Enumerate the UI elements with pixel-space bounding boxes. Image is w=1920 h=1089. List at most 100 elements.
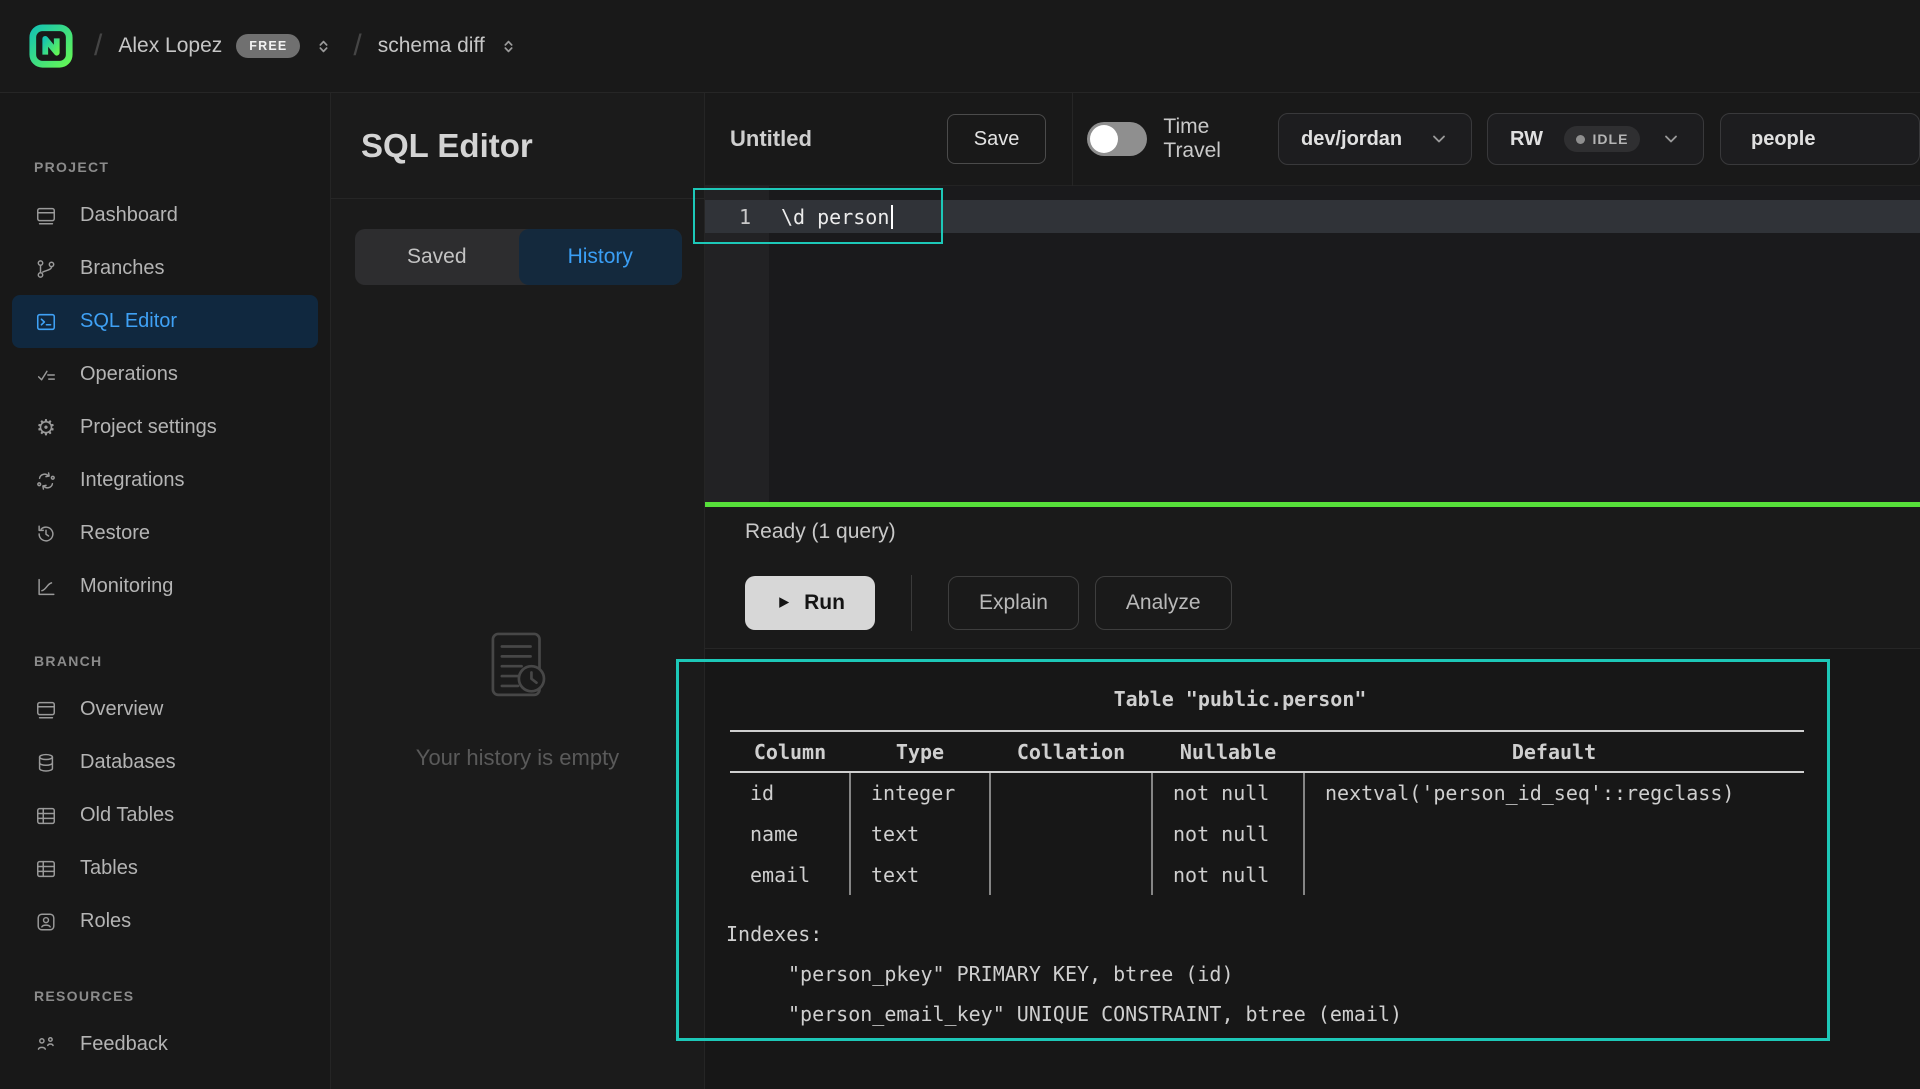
org-switcher-chevron-icon[interactable] bbox=[314, 37, 333, 56]
sidebar-item-databases[interactable]: Databases bbox=[0, 736, 330, 789]
sidebar-item-branches[interactable]: Branches bbox=[0, 242, 330, 295]
sidebar-item-monitoring[interactable]: Monitoring bbox=[0, 560, 330, 613]
window-icon bbox=[34, 204, 58, 228]
sql-code-editor[interactable]: 1 \d person bbox=[705, 186, 1920, 502]
sidebar-item-integrations[interactable]: Integrations bbox=[0, 454, 330, 507]
section-label: PROJECT bbox=[34, 159, 330, 175]
sidebar-item-feedback[interactable]: Feedback bbox=[0, 1018, 330, 1071]
database-selector[interactable]: people bbox=[1720, 113, 1920, 165]
run-button[interactable]: Run bbox=[745, 576, 875, 630]
sidebar-item-label: Monitoring bbox=[80, 575, 173, 598]
compute-selector[interactable]: RW IDLE bbox=[1487, 113, 1704, 165]
compute-rw-label: RW bbox=[1510, 128, 1543, 151]
project-switcher-chevron-icon[interactable] bbox=[499, 37, 518, 56]
page-title: SQL Editor bbox=[361, 127, 533, 165]
analyze-button[interactable]: Analyze bbox=[1095, 576, 1232, 630]
sidebar-item-roles[interactable]: Roles bbox=[0, 895, 330, 948]
table-grid-icon bbox=[34, 804, 58, 828]
toolbar-divider bbox=[1072, 93, 1073, 186]
cell-column: email bbox=[730, 854, 850, 895]
time-travel-label: Time Travel bbox=[1163, 115, 1256, 163]
cell-collation bbox=[990, 772, 1152, 813]
check-list-icon bbox=[34, 363, 58, 387]
sidebar-item-overview[interactable]: Overview bbox=[0, 683, 330, 736]
cell-default bbox=[1304, 854, 1804, 895]
text-cursor bbox=[891, 205, 893, 229]
editor-current-line: 1 \d person bbox=[705, 200, 1920, 233]
database-icon bbox=[34, 751, 58, 775]
gear-icon: ⚙ bbox=[34, 416, 58, 440]
time-travel-toggle[interactable] bbox=[1087, 122, 1147, 156]
sidebar-item-project-settings[interactable]: ⚙ Project settings bbox=[0, 401, 330, 454]
result-col-header-column: Column bbox=[730, 731, 850, 772]
save-button[interactable]: Save bbox=[947, 114, 1047, 164]
result-row: name text not null bbox=[730, 813, 1804, 854]
sidebar-item-dashboard[interactable]: Dashboard bbox=[0, 189, 330, 242]
branch-selector-value: dev/jordan bbox=[1301, 128, 1402, 151]
explain-button[interactable]: Explain bbox=[948, 576, 1079, 630]
empty-state-text: Your history is empty bbox=[416, 745, 619, 771]
cell-column: id bbox=[730, 772, 850, 813]
chevron-down-icon bbox=[1661, 129, 1681, 149]
sidebar-item-label: Branches bbox=[80, 257, 165, 280]
sidebar-item-label: Roles bbox=[80, 910, 131, 933]
cell-nullable: not null bbox=[1152, 854, 1304, 895]
result-table-title: Table "public.person" bbox=[676, 687, 1804, 711]
query-title[interactable]: Untitled bbox=[730, 126, 947, 152]
integrations-icon bbox=[34, 469, 58, 493]
play-icon bbox=[775, 594, 792, 611]
breadcrumb-user[interactable]: Alex Lopez bbox=[118, 34, 222, 58]
run-button-label: Run bbox=[804, 591, 845, 615]
tab-history[interactable]: History bbox=[519, 229, 683, 285]
status-text: Ready (1 query) bbox=[745, 520, 896, 544]
chart-icon bbox=[34, 575, 58, 599]
user-badge-icon bbox=[34, 910, 58, 934]
result-row: email text not null bbox=[730, 854, 1804, 895]
database-selector-value: people bbox=[1751, 128, 1815, 151]
document-clock-icon bbox=[475, 625, 561, 711]
compute-status-text: IDLE bbox=[1593, 131, 1629, 147]
tab-saved[interactable]: Saved bbox=[355, 229, 519, 285]
sidebar-item-label: Restore bbox=[80, 522, 150, 545]
table-grid-icon bbox=[34, 857, 58, 881]
sidebar-item-label: Databases bbox=[80, 751, 176, 774]
cell-default: nextval('person_id_seq'::regclass) bbox=[1304, 772, 1804, 813]
neon-logo[interactable] bbox=[28, 23, 74, 69]
editor-gutter bbox=[705, 186, 769, 502]
sidebar-item-label: Integrations bbox=[80, 469, 185, 492]
sidebar-section-project: PROJECT Dashboard Branches SQL Editor bbox=[0, 159, 330, 613]
branch-icon bbox=[34, 257, 58, 281]
result-table: Column Type Collation Nullable Default i… bbox=[730, 730, 1804, 895]
sidebar-item-operations[interactable]: Operations bbox=[0, 348, 330, 401]
cell-collation bbox=[990, 854, 1152, 895]
actions-divider bbox=[911, 575, 912, 631]
result-col-header-nullable: Nullable bbox=[1152, 731, 1304, 772]
psql-output: Table "public.person" Column Type Collat… bbox=[676, 659, 1830, 1040]
editor-toolbar: Untitled Save Time Travel dev/jordan RW … bbox=[705, 93, 1920, 186]
sidebar-item-restore[interactable]: Restore bbox=[0, 507, 330, 560]
sidebar-item-tables[interactable]: Tables bbox=[0, 842, 330, 895]
sidebar-item-label: Tables bbox=[80, 857, 138, 880]
breadcrumb-project[interactable]: schema diff bbox=[378, 34, 485, 58]
result-col-header-collation: Collation bbox=[990, 731, 1152, 772]
result-col-header-type: Type bbox=[850, 731, 990, 772]
index-line: "person_pkey" PRIMARY KEY, btree (id) bbox=[788, 962, 1830, 986]
sidebar-item-old-tables[interactable]: Old Tables bbox=[0, 789, 330, 842]
result-header-row: Column Type Collation Nullable Default bbox=[730, 731, 1804, 772]
sidebar-item-label: SQL Editor bbox=[80, 310, 177, 333]
cell-nullable: not null bbox=[1152, 813, 1304, 854]
branch-selector[interactable]: dev/jordan bbox=[1278, 113, 1472, 165]
top-bar: / Alex Lopez FREE / schema diff bbox=[0, 0, 1920, 93]
people-icon bbox=[34, 1033, 58, 1057]
query-actions-bar: Run Explain Analyze bbox=[705, 557, 1920, 649]
sidebar-item-label: Old Tables bbox=[80, 804, 174, 827]
code-text: \d person bbox=[781, 205, 889, 229]
panel-header: SQL Editor bbox=[331, 93, 704, 199]
saved-history-tabs: Saved History bbox=[355, 229, 682, 285]
line-number: 1 bbox=[705, 205, 769, 229]
sidebar-item-label: Feedback bbox=[80, 1033, 168, 1056]
status-dot-icon bbox=[1576, 135, 1585, 144]
sidebar-item-sql-editor[interactable]: SQL Editor bbox=[12, 295, 318, 348]
sidebar-section-resources: RESOURCES Feedback bbox=[0, 988, 330, 1071]
sidebar-item-label: Project settings bbox=[80, 416, 217, 439]
